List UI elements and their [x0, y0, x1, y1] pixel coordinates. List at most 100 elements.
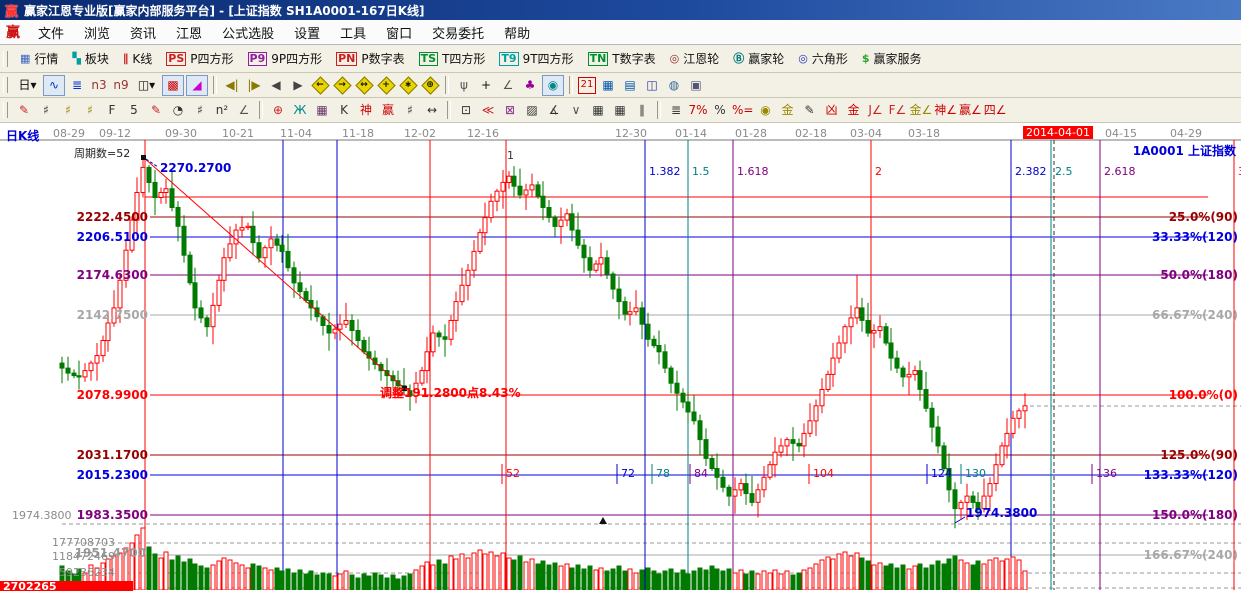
nav-icon-5[interactable]: ◫▾ [133, 76, 160, 95]
nav-icon-30[interactable]: ◍ [664, 76, 684, 95]
draw-icon-27[interactable]: ▦ [588, 101, 608, 120]
toolbar-button-T四方形[interactable]: TST四方形 [412, 48, 493, 70]
draw-icon-26[interactable]: ∨ [566, 101, 586, 120]
draw-icon-45[interactable]: 四∠ [984, 101, 1007, 120]
percent-level-label: 33.33%(120) [1128, 231, 1238, 243]
toolbar-grip[interactable] [3, 77, 8, 93]
nav-icon-9[interactable]: ◀| [222, 76, 242, 95]
toolbar-button-9T四方形[interactable]: T99T四方形 [492, 48, 580, 70]
menu-item-5[interactable]: 设置 [284, 23, 330, 42]
toolbar-grip[interactable] [3, 51, 8, 67]
draw-icon-31[interactable]: ≣ [666, 101, 686, 120]
toolbar-button-T数字表[interactable]: TNT数字表 [581, 48, 663, 70]
nav-icon-2[interactable]: ≣ [67, 76, 87, 95]
draw-icon-40[interactable]: J∠ [865, 101, 885, 120]
draw-icon-12[interactable]: ⊕ [268, 101, 288, 120]
nav-icon-16[interactable]: + [376, 76, 396, 95]
draw-icon-8[interactable]: ♯ [190, 101, 210, 120]
draw-icon-28[interactable]: ▦ [610, 101, 630, 120]
draw-icon-44[interactable]: 赢∠ [959, 101, 982, 120]
draw-icon-4[interactable]: F [102, 101, 122, 120]
draw-icon-6[interactable]: ✎ [146, 101, 166, 120]
draw-icon-2[interactable]: ♯ [58, 101, 78, 120]
draw-icon-34[interactable]: %= [732, 101, 753, 120]
toolbar-button-赢家轮[interactable]: Ⓑ赢家轮 [726, 48, 791, 70]
draw-icon-7[interactable]: ◔ [168, 101, 188, 120]
draw-icon-22[interactable]: ≪ [478, 101, 498, 120]
draw-icon-24[interactable]: ▨ [522, 101, 542, 120]
draw-icon-33[interactable]: % [710, 101, 730, 120]
menu-item-9[interactable]: 帮助 [494, 23, 540, 42]
nav-icon-11[interactable]: ◀ [266, 76, 286, 95]
nav-icon-10[interactable]: |▶ [244, 76, 264, 95]
nav-icon-1[interactable]: ∿ [43, 75, 65, 96]
draw-icon-41[interactable]: F∠ [887, 101, 907, 120]
draw-icon-35[interactable]: ◉ [755, 101, 775, 120]
nav-icon-26[interactable]: 21 [578, 77, 596, 94]
nav-icon-27[interactable]: ▦ [598, 76, 618, 95]
draw-icon-10[interactable]: ∠ [234, 101, 254, 120]
menu-item-3[interactable]: 江恩 [166, 23, 212, 42]
nav-icon-6[interactable]: ▩ [162, 75, 184, 96]
draw-icon-15[interactable]: K [334, 101, 354, 120]
menu-item-1[interactable]: 浏览 [74, 23, 120, 42]
draw-icon-19[interactable]: ↔ [422, 101, 442, 120]
toolbar-grip[interactable] [3, 102, 8, 118]
toolbar-button-六角形[interactable]: ◎六角形 [791, 48, 855, 70]
draw-icon-16[interactable]: 神 [356, 101, 376, 120]
menu-item-2[interactable]: 资讯 [120, 23, 166, 42]
nav-icon-22[interactable]: ∠ [498, 76, 518, 95]
menu-item-0[interactable]: 文件 [28, 23, 74, 42]
draw-icon-42[interactable]: 金∠ [909, 101, 932, 120]
nav-icon-0[interactable]: 日▾ [14, 76, 41, 95]
draw-icon-5[interactable]: 5 [124, 101, 144, 120]
draw-icon-38[interactable]: 凶 [821, 101, 841, 120]
toolbar-button-P四方形[interactable]: PSP四方形 [159, 48, 240, 70]
nav-icon-18[interactable]: ⊕ [420, 76, 440, 95]
toolbar-button-行情[interactable]: ▦行情 [13, 48, 65, 70]
draw-icon-18[interactable]: ♯ [400, 101, 420, 120]
draw-icon-0[interactable]: ✎ [14, 101, 34, 120]
nav-icon-15[interactable]: ↔ [354, 76, 374, 95]
kline-canvas[interactable] [0, 126, 1241, 590]
toolbar-button-P数字表[interactable]: PNP数字表 [329, 48, 412, 70]
nav-icon-23[interactable]: ♣ [520, 76, 540, 95]
draw-icon-36[interactable]: 金 [777, 101, 797, 120]
nav-icon-7[interactable]: ◢ [186, 75, 208, 96]
nav-icon-31[interactable]: ▣ [686, 76, 706, 95]
menu-item-6[interactable]: 工具 [330, 23, 376, 42]
nav-icon-4[interactable]: n9 [111, 76, 131, 95]
nav-icon-14[interactable]: → [332, 76, 352, 95]
toolbar-button-赢家服务[interactable]: $赢家服务 [855, 48, 929, 70]
nav-icon-3[interactable]: n3 [89, 76, 109, 95]
draw-icon-32[interactable]: 7% [688, 101, 708, 120]
draw-icon-25[interactable]: ∡ [544, 101, 564, 120]
nav-icon-21[interactable]: + [476, 76, 496, 95]
draw-icon-17[interactable]: 赢 [378, 101, 398, 120]
nav-icon-20[interactable]: ψ [454, 76, 474, 95]
toolbar-button-9P四方形[interactable]: P99P四方形 [241, 48, 330, 70]
menu-item-4[interactable]: 公式选股 [212, 23, 284, 42]
nav-icon-13[interactable]: ← [310, 76, 330, 95]
menu-item-7[interactable]: 窗口 [376, 23, 422, 42]
nav-icon-12[interactable]: ▶ [288, 76, 308, 95]
toolbar-button-K线[interactable]: ∥K线 [116, 48, 159, 70]
draw-icon-3[interactable]: ♯ [80, 101, 100, 120]
toolbar-button-江恩轮[interactable]: ◎江恩轮 [663, 48, 727, 70]
draw-icon-23[interactable]: ⊠ [500, 101, 520, 120]
draw-icon-39[interactable]: 金 [843, 101, 863, 120]
toolbar-button-板块[interactable]: ▚板块 [65, 48, 115, 70]
nav-icon-28[interactable]: ▤ [620, 76, 640, 95]
nav-icon-17[interactable]: ∗ [398, 76, 418, 95]
draw-icon-21[interactable]: ⊡ [456, 101, 476, 120]
menu-item-8[interactable]: 交易委托 [422, 23, 494, 42]
draw-icon-1[interactable]: ♯ [36, 101, 56, 120]
draw-icon-14[interactable]: ▦ [312, 101, 332, 120]
nav-icon-24[interactable]: ◉ [542, 75, 564, 96]
draw-icon-13[interactable]: Ж [290, 101, 310, 120]
nav-icon-29[interactable]: ◫ [642, 76, 662, 95]
draw-icon-37[interactable]: ✎ [799, 101, 819, 120]
draw-icon-29[interactable]: ∥ [632, 101, 652, 120]
draw-icon-43[interactable]: 神∠ [934, 101, 957, 120]
draw-icon-9[interactable]: n² [212, 101, 232, 120]
